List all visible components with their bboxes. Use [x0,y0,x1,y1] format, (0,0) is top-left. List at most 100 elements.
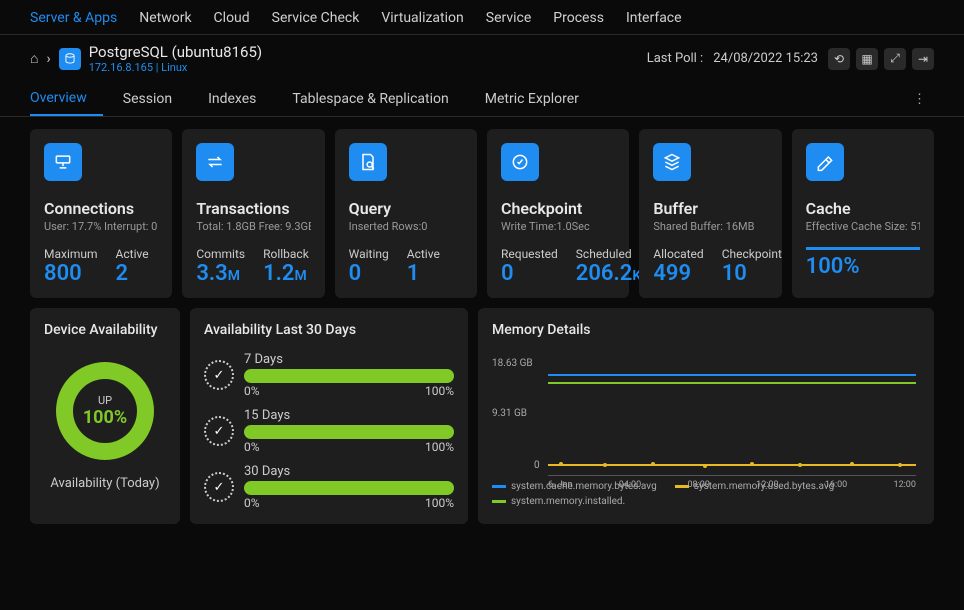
last-poll-value: 24/08/2022 15:23 [713,51,818,66]
page-title: PostgreSQL (ubuntu8165) [89,43,262,61]
availability-label: 30 Days [244,464,454,479]
legend-item[interactable]: system.cache.memory.bytes.avg [492,481,657,492]
card-title: Connections [44,199,158,218]
buffer-icon [653,143,691,181]
availability-bar [244,425,454,439]
availability-max: 100% [425,384,454,398]
nav-interface[interactable]: Interface [626,10,682,26]
metric-label: Active [116,247,149,261]
availability-bar [244,481,454,495]
card-sub: Shared Buffer: 16MB [653,220,767,233]
y-tick: 9.31 GB [492,408,527,419]
postgres-icon [59,48,81,70]
nav-network[interactable]: Network [139,10,191,26]
metric-value: 100% [806,254,860,279]
stat-cards: Connections User: 17.7% Interrupt: 0% Ma… [30,129,934,298]
expand-icon[interactable]: ⤢ [884,48,906,70]
transactions-icon [196,143,234,181]
top-nav: Server & Apps Network Cloud Service Chec… [0,0,964,35]
refresh-icon[interactable]: ⟲ [828,48,850,70]
metric-value: 1 [407,261,420,286]
memory-chart: 18.63 GB 9.31 GB 0 6. Jan04:0008:0012:00… [492,352,920,507]
last-poll-label: Last Poll : [647,51,704,66]
availability-min: 0% [244,384,260,398]
y-tick: 0 [534,460,540,471]
y-tick: 18.63 GB [492,358,533,369]
legend-item[interactable]: system.memory.installed. [492,496,625,507]
donut-pct: 100% [83,407,127,428]
series-cache-line [548,374,916,376]
series-installed-line [548,382,916,384]
page-header: ⌂ › PostgreSQL (ubuntu8165) 172.16.8.165… [0,35,964,82]
donut-status: UP [98,394,112,407]
card-query: Query Inserted Rows:0 Waiting0 Active1 [335,129,477,298]
image-icon[interactable]: ▦ [856,48,878,70]
card-sub: Write Time:1.0Sec [501,220,615,233]
nav-service[interactable]: Service [486,10,532,26]
plot-area [548,352,916,476]
tabs-more-icon[interactable]: ⋮ [905,88,934,111]
card-sub: Total: 1.8GB Free: 9.3GB [196,220,310,233]
home-icon[interactable]: ⌂ [30,50,38,67]
availability-min: 0% [244,496,260,510]
metric-value: 10 [722,261,747,286]
tab-tablespace[interactable]: Tablespace & Replication [292,83,464,115]
card-sub: Effective Cache Size: 512MB [806,220,920,233]
availability-max: 100% [425,496,454,510]
collapse-panel-icon[interactable]: ⇥ [912,48,934,70]
availability-label: 7 Days [244,352,454,367]
tab-indexes[interactable]: Indexes [208,83,272,115]
panel-title: Memory Details [492,322,920,338]
page-subtitle: 172.16.8.165 | Linux [89,61,262,74]
metric-value: 2 [116,261,129,286]
metric-value: 206.2K [576,261,641,286]
card-transactions: Transactions Total: 1.8GB Free: 9.3GB Co… [182,129,324,298]
nav-cloud[interactable]: Cloud [214,10,250,26]
metric-label: Requested [501,247,558,261]
tab-session[interactable]: Session [123,83,188,115]
card-title: Buffer [653,199,767,218]
availability-row: 15 Days 0%100% [204,408,454,454]
metric-value: 800 [44,261,82,286]
tab-metric-explorer[interactable]: Metric Explorer [485,83,595,115]
tab-overview[interactable]: Overview [30,82,103,116]
connections-icon [44,143,82,181]
metric-label: Checkpoint [722,247,782,261]
legend-item[interactable]: system.memory.used.bytes.avg [675,481,835,492]
metric-label: Scheduled [576,247,641,261]
availability-bar [244,369,454,383]
clock-icon [204,360,234,390]
metric-value: 0 [349,261,362,286]
availability-row: 30 Days 0% 100% [204,464,454,510]
chevron-right-icon: › [46,51,50,67]
metric-value: 0 [501,261,514,286]
query-icon [349,143,387,181]
card-connections: Connections User: 17.7% Interrupt: 0% Ma… [30,129,172,298]
metric-value: 1.2M [263,261,307,286]
nav-process[interactable]: Process [553,10,604,26]
availability-label: 15 Days [244,408,454,423]
metric-label: Allocated [653,247,703,261]
metric-label: Rollback [263,247,309,261]
nav-virtualization[interactable]: Virtualization [381,10,463,26]
nav-service-check[interactable]: Service Check [272,10,360,26]
sub-tabs: Overview Session Indexes Tablespace & Re… [0,82,964,117]
checkpoint-icon [501,143,539,181]
metric-label: Maximum [44,247,98,261]
panel-memory-details: Memory Details 18.63 GB 9.31 GB 0 6. Jan… [478,308,934,524]
nav-server-apps[interactable]: Server & Apps [30,10,117,26]
metric-label: Active [407,247,440,261]
panel-title: Device Availability [44,322,157,338]
panel-device-availability: Device Availability UP 100% Availability… [30,308,180,524]
availability-row: 7 Days 0% 100% [204,352,454,398]
panel-title: Availability Last 30 Days [204,322,454,338]
chart-legend: system.cache.memory.bytes.avg system.mem… [492,481,920,507]
cache-bar [806,247,920,250]
card-cache: Cache Effective Cache Size: 512MB 100% [792,129,934,298]
clock-icon [204,472,234,502]
card-title: Transactions [196,199,310,218]
availability-donut: UP 100% [56,362,154,460]
metric-value: 499 [653,261,691,286]
metric-label: Commits [196,247,245,261]
availability-min: 0% [244,440,260,454]
